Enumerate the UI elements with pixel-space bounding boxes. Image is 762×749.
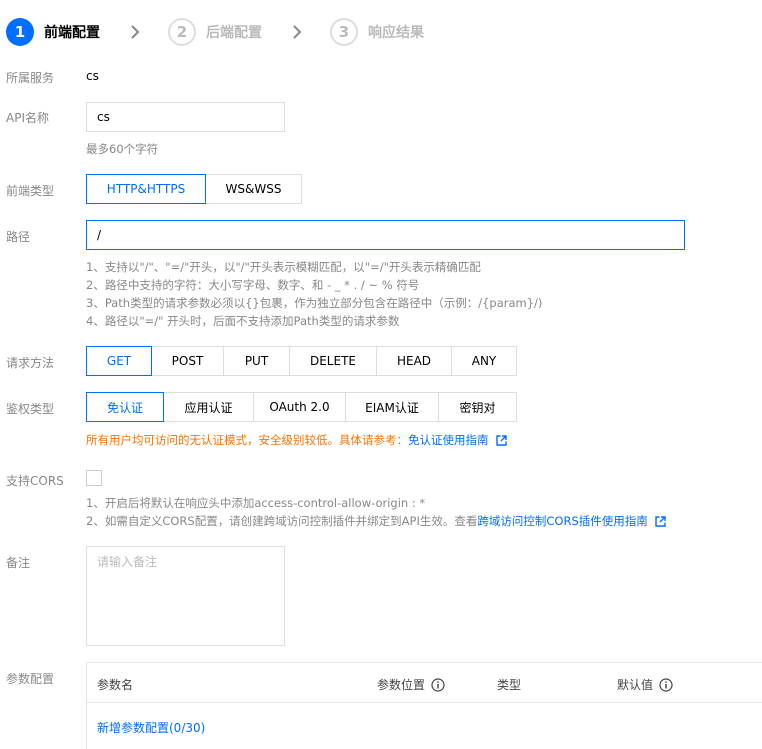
params-label: 参数配置	[6, 672, 55, 686]
method-label: 请求方法	[6, 356, 55, 370]
service-label: 所属服务	[6, 71, 55, 85]
steps-bar: 1 前端配置 2 后端配置 3 响应结果	[6, 18, 424, 46]
api-name-label: API名称	[6, 111, 49, 125]
cors-hint-2: 2、如需自定义CORS配置，请创建跨域访问控制插件并绑定到API生效。查看跨域访…	[86, 512, 667, 532]
info-icon[interactable]	[659, 677, 673, 692]
external-link-icon[interactable]	[655, 514, 667, 532]
cors-checkbox[interactable]	[86, 470, 102, 486]
path-hint-1: 1、支持以"/"、"=/"开头，以"/"开头表示模糊匹配，以"=/"开头表示精确…	[86, 260, 481, 274]
col-default-label: 默认值	[617, 678, 654, 692]
path-hint-3: 3、Path类型的请求参数必须以{}包裹，作为独立部分包含在路径中（示例：/{p…	[86, 296, 543, 310]
method-delete[interactable]: DELETE	[289, 346, 377, 376]
frontend-type-group: HTTP&HTTPS WS&WSS	[86, 174, 302, 204]
col-type: 类型	[497, 676, 521, 693]
add-param-link[interactable]: 新增参数配置(0/30)	[97, 719, 205, 736]
auth-oauth[interactable]: OAuth 2.0	[253, 392, 346, 422]
remark-textarea[interactable]: 请输入备注	[86, 546, 285, 646]
col-param-location-label: 参数位置	[377, 678, 426, 692]
chevron-right-icon	[292, 25, 302, 39]
auth-eiam[interactable]: EIAM认证	[345, 392, 439, 422]
method-head[interactable]: HEAD	[376, 346, 452, 376]
auth-warning: 所有用户均可访问的无认证模式，安全级别较低。具体请参考：免认证使用指南	[86, 432, 507, 449]
col-param-name-label: 参数名	[97, 678, 134, 692]
step-number-3: 3	[330, 18, 358, 46]
step-label-frontend: 前端配置	[44, 25, 100, 41]
auth-label: 鉴权类型	[6, 402, 55, 416]
cors-hint-2-text: 2、如需自定义CORS配置，请创建跨域访问控制插件并绑定到API生效。查看	[86, 514, 478, 528]
method-any[interactable]: ANY	[451, 346, 517, 376]
method-post[interactable]: POST	[151, 346, 224, 376]
frontend-type-ws[interactable]: WS&WSS	[205, 174, 302, 204]
auth-group: 免认证 应用认证 OAuth 2.0 EIAM认证 密钥对	[86, 392, 517, 422]
step-backend[interactable]: 2 后端配置	[168, 18, 262, 46]
params-table: 参数名 参数位置 类型 默认值 新增参数配置(0/30)	[86, 662, 762, 749]
step-response[interactable]: 3 响应结果	[330, 18, 424, 46]
col-param-location: 参数位置	[377, 676, 445, 693]
path-hint-2: 2、路径中支持的字符：大小写字母、数字、和 - _ * . / ~ % 符号	[86, 278, 420, 292]
step-number-1: 1	[6, 18, 34, 46]
external-link-icon[interactable]	[496, 435, 507, 449]
method-group: GET POST PUT DELETE HEAD ANY	[86, 346, 517, 376]
remark-placeholder: 请输入备注	[97, 555, 158, 569]
service-value: cs	[86, 69, 99, 83]
cors-hint-1: 1、开启后将默认在响应头中添加access-control-allow-orig…	[86, 496, 426, 510]
step-label-backend: 后端配置	[206, 25, 262, 41]
frontend-type-label: 前端类型	[6, 184, 55, 198]
col-param-name: 参数名	[97, 676, 133, 693]
auth-none[interactable]: 免认证	[86, 392, 164, 422]
cors-label: 支持CORS	[6, 474, 64, 488]
col-type-label: 类型	[497, 678, 522, 692]
api-name-input[interactable]: cs	[86, 102, 285, 132]
path-input[interactable]: /	[86, 220, 685, 250]
method-get[interactable]: GET	[86, 346, 152, 376]
method-put[interactable]: PUT	[223, 346, 290, 376]
api-name-value: cs	[97, 110, 110, 124]
chevron-right-icon	[130, 25, 140, 39]
path-label: 路径	[6, 230, 31, 244]
auth-warning-text: 所有用户均可访问的无认证模式，安全级别较低。	[86, 433, 339, 447]
step-number-2: 2	[168, 18, 196, 46]
step-label-response: 响应结果	[368, 25, 424, 41]
auth-keypair[interactable]: 密钥对	[438, 392, 517, 422]
frontend-type-http[interactable]: HTTP&HTTPS	[86, 174, 206, 204]
api-name-hint: 最多60个字符	[86, 142, 159, 156]
params-table-header: 参数名 参数位置 类型 默认值	[87, 663, 762, 703]
auth-warning-mid: 具体请参考：	[339, 433, 408, 447]
remark-label: 备注	[6, 556, 31, 570]
info-icon[interactable]	[431, 677, 445, 692]
path-value: /	[97, 228, 102, 242]
col-default: 默认值	[617, 676, 673, 693]
step-frontend[interactable]: 1 前端配置	[6, 18, 100, 46]
auth-app[interactable]: 应用认证	[163, 392, 254, 422]
path-hint-4: 4、路径以"=/" 开头时，后面不支持添加Path类型的请求参数	[86, 314, 400, 328]
cors-guide-link[interactable]: 跨域访问控制CORS插件使用指南	[477, 514, 647, 528]
auth-guide-link[interactable]: 免认证使用指南	[408, 433, 489, 447]
